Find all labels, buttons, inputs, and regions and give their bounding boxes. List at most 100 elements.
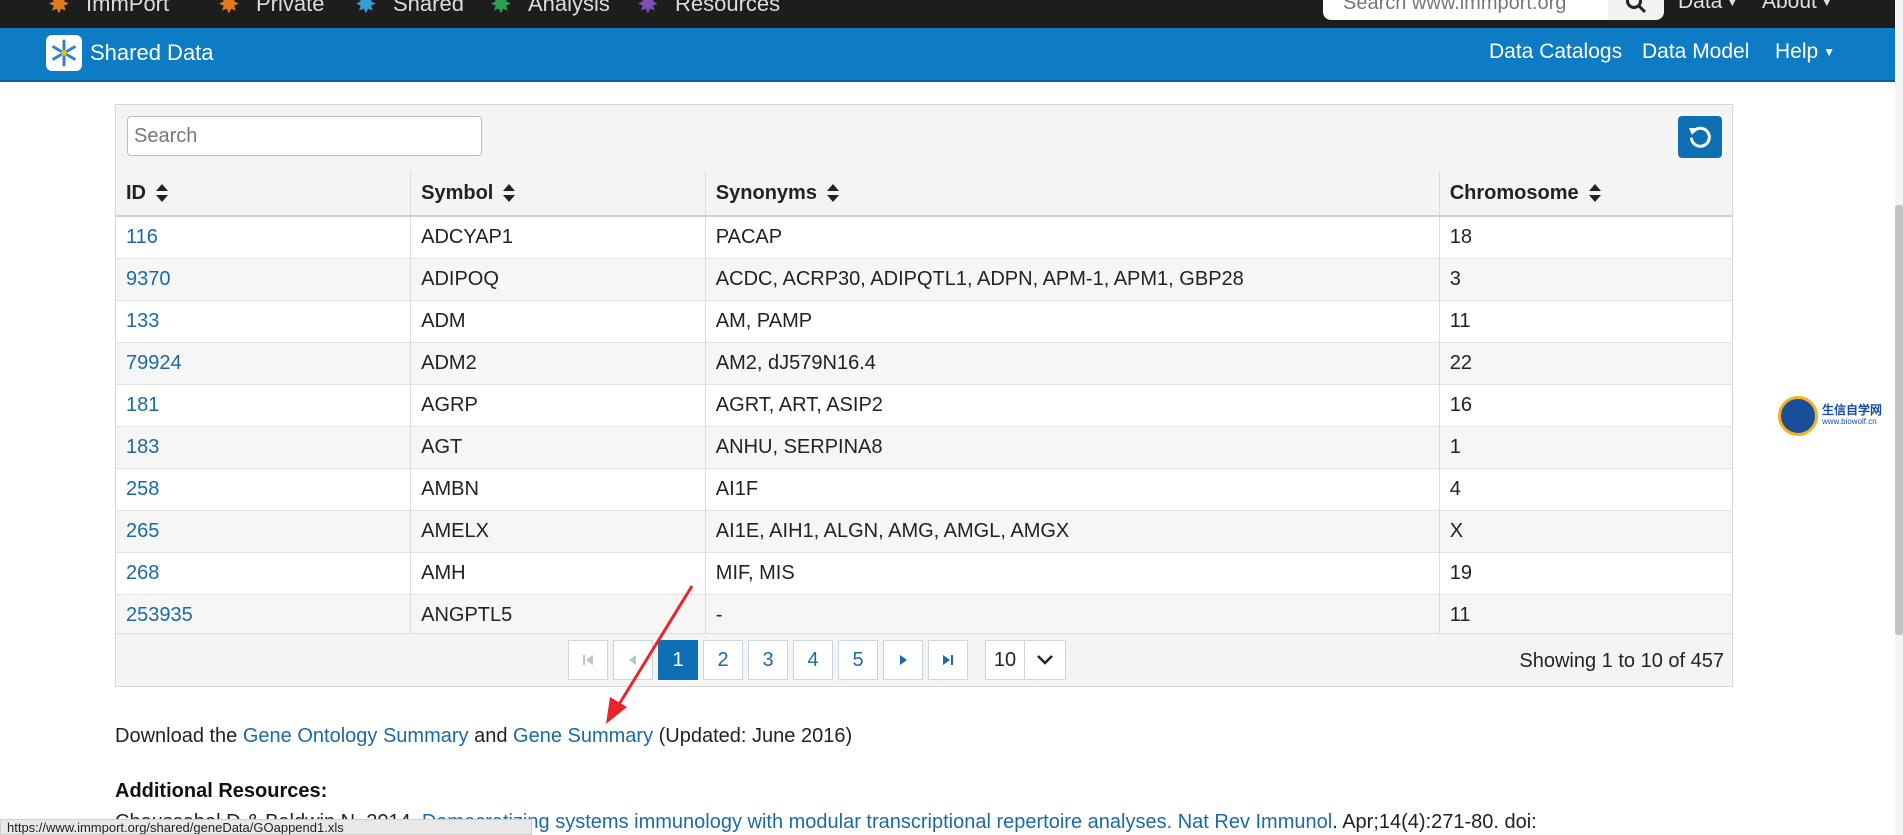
table-row: 258 AMBN AI1F 4 xyxy=(116,468,1732,511)
page-number: 5 xyxy=(852,648,864,671)
prev-page-icon xyxy=(629,655,636,665)
menu-about[interactable]: About ▼ xyxy=(1762,0,1833,14)
table-footer: 1 2 3 4 5 10 Showing 1 to 10 of 457 xyxy=(116,633,1732,686)
page-4-button[interactable]: 4 xyxy=(793,640,833,680)
gene-id-link[interactable]: 265 xyxy=(126,520,159,542)
cell-synonyms: ANHU, SERPINA8 xyxy=(705,426,1440,469)
link-data-catalogs[interactable]: Data Catalogs xyxy=(1489,40,1622,64)
cell-symbol: AMH xyxy=(410,552,706,595)
nav-resources-label: Resources xyxy=(675,0,781,16)
page-size-select[interactable]: 10 xyxy=(985,640,1066,680)
brand-shared-data[interactable]: Shared Data xyxy=(46,35,214,71)
nav-shared[interactable]: ✸ Shared xyxy=(355,0,464,18)
status-bar-url: https://www.immport.org/shared/geneData/… xyxy=(0,819,532,835)
gene-id-link[interactable]: 133 xyxy=(126,310,159,332)
cell-chromosome: 11 xyxy=(1439,594,1732,636)
menu-help[interactable]: Help ▼ xyxy=(1775,40,1835,64)
cell-id: 116 xyxy=(116,215,412,259)
link-data-model[interactable]: Data Model xyxy=(1642,40,1749,64)
first-page-button[interactable] xyxy=(568,640,608,680)
site-search-input[interactable]: Search www.immport.org xyxy=(1323,0,1608,20)
cell-synonyms: AGRT, ART, ASIP2 xyxy=(705,384,1440,427)
table-search-input[interactable] xyxy=(127,116,482,156)
cell-chromosome: 1 xyxy=(1439,426,1732,469)
gene-id-link[interactable]: 268 xyxy=(126,562,159,584)
menu-about-label: About xyxy=(1762,0,1817,13)
page-scrollbar[interactable] xyxy=(1895,0,1903,835)
cell-id: 9370 xyxy=(116,258,412,301)
download-suffix: (Updated: June 2016) xyxy=(653,725,853,747)
table-row: 183 AGT ANHU, SERPINA8 1 xyxy=(116,426,1732,469)
immport-star-icon: ✸ xyxy=(48,0,70,19)
cell-chromosome: 22 xyxy=(1439,342,1732,385)
table-row: 9370 ADIPOQ ACDC, ACRP30, ADIPQTL1, ADPN… xyxy=(116,258,1732,301)
cell-symbol: ADM2 xyxy=(410,342,706,385)
shared-data-navbar: Shared Data Data Catalogs Data Model Hel… xyxy=(0,28,1895,82)
reset-icon xyxy=(1689,126,1711,148)
next-page-icon xyxy=(900,655,907,665)
cell-id: 181 xyxy=(116,384,412,427)
column-header-symbol[interactable]: Symbol xyxy=(410,171,706,217)
chevron-down-icon xyxy=(1025,654,1065,666)
scrollbar-thumb[interactable] xyxy=(1895,205,1903,635)
nav-private[interactable]: ✸ Private xyxy=(218,0,324,18)
sort-icon[interactable] xyxy=(503,184,516,203)
gene-id-link[interactable]: 183 xyxy=(126,436,159,458)
gene-id-link[interactable]: 9370 xyxy=(126,268,171,290)
link-data-model-label: Data Model xyxy=(1642,40,1750,63)
last-page-button[interactable] xyxy=(928,640,968,680)
cell-synonyms: - xyxy=(705,594,1440,636)
top-navbar: ✸ ImmPort ✸ Private ✸ Shared ✸ Analysis … xyxy=(0,0,1903,28)
resources-star-icon: ✸ xyxy=(637,0,659,19)
gene-summary-link[interactable]: Gene Summary xyxy=(513,725,653,747)
nav-immport[interactable]: ✸ ImmPort xyxy=(48,0,169,18)
cell-synonyms: PACAP xyxy=(705,215,1440,259)
page-3-button[interactable]: 3 xyxy=(748,640,788,680)
cell-synonyms: AI1E, AIH1, ALGN, AMG, AMGL, AMGX xyxy=(705,510,1440,553)
cell-symbol: AGRP xyxy=(410,384,706,427)
page-2-button[interactable]: 2 xyxy=(703,640,743,680)
cell-chromosome: 3 xyxy=(1439,258,1732,301)
search-icon xyxy=(1626,0,1647,14)
column-header-chromosome[interactable]: Chromosome xyxy=(1439,171,1732,217)
gene-id-link[interactable]: 79924 xyxy=(126,352,182,374)
gene-id-link[interactable]: 181 xyxy=(126,394,159,416)
gene-id-link[interactable]: 116 xyxy=(126,226,158,248)
column-header-label: Symbol xyxy=(421,181,494,204)
gene-id-link[interactable]: 253935 xyxy=(126,604,193,626)
analysis-star-icon: ✸ xyxy=(490,0,512,19)
nav-analysis[interactable]: ✸ Analysis xyxy=(490,0,610,18)
prev-page-button[interactable] xyxy=(613,640,653,680)
menu-data[interactable]: Data ▼ xyxy=(1678,0,1738,14)
sort-icon[interactable] xyxy=(156,184,168,203)
cell-symbol: ANGPTL5 xyxy=(410,594,706,636)
link-data-catalogs-label: Data Catalogs xyxy=(1489,40,1623,63)
sort-icon[interactable] xyxy=(1588,184,1601,203)
nav-analysis-label: Analysis xyxy=(528,0,610,16)
page-1-button[interactable]: 1 xyxy=(658,640,698,680)
last-page-icon xyxy=(943,655,953,665)
cell-symbol: ADCYAP1 xyxy=(410,215,706,259)
cell-chromosome: 11 xyxy=(1439,300,1732,343)
watermark-title: 生信自学网 xyxy=(1822,403,1883,417)
sort-icon[interactable] xyxy=(826,184,839,203)
reset-button[interactable] xyxy=(1678,116,1722,158)
private-star-icon: ✸ xyxy=(218,0,240,19)
page-5-button[interactable]: 5 xyxy=(838,640,878,680)
next-page-button[interactable] xyxy=(883,640,923,680)
column-header-synonyms[interactable]: Synonyms xyxy=(705,171,1440,217)
first-page-icon xyxy=(583,655,593,665)
column-header-id[interactable]: ID xyxy=(116,171,412,217)
page-number: 4 xyxy=(807,648,819,671)
gene-id-link[interactable]: 258 xyxy=(126,478,159,500)
site-search-button[interactable] xyxy=(1608,0,1664,20)
citation-link[interactable]: Democratizing systems immunology with mo… xyxy=(422,811,1332,833)
table-row: 181 AGRP AGRT, ART, ASIP2 16 xyxy=(116,384,1732,427)
nav-resources[interactable]: ✸ Resources xyxy=(637,0,780,18)
watermark-logo: 生信自学网 www.biowolf.cn xyxy=(1778,396,1882,436)
table-row: 79924 ADM2 AM2, dJ579N16.4 22 xyxy=(116,342,1732,385)
cell-id: 265 xyxy=(116,510,412,553)
showing-count: Showing 1 to 10 of 457 xyxy=(1519,650,1724,672)
gene-ontology-summary-link[interactable]: Gene Ontology Summary xyxy=(243,725,469,747)
page-number: 3 xyxy=(762,648,774,671)
